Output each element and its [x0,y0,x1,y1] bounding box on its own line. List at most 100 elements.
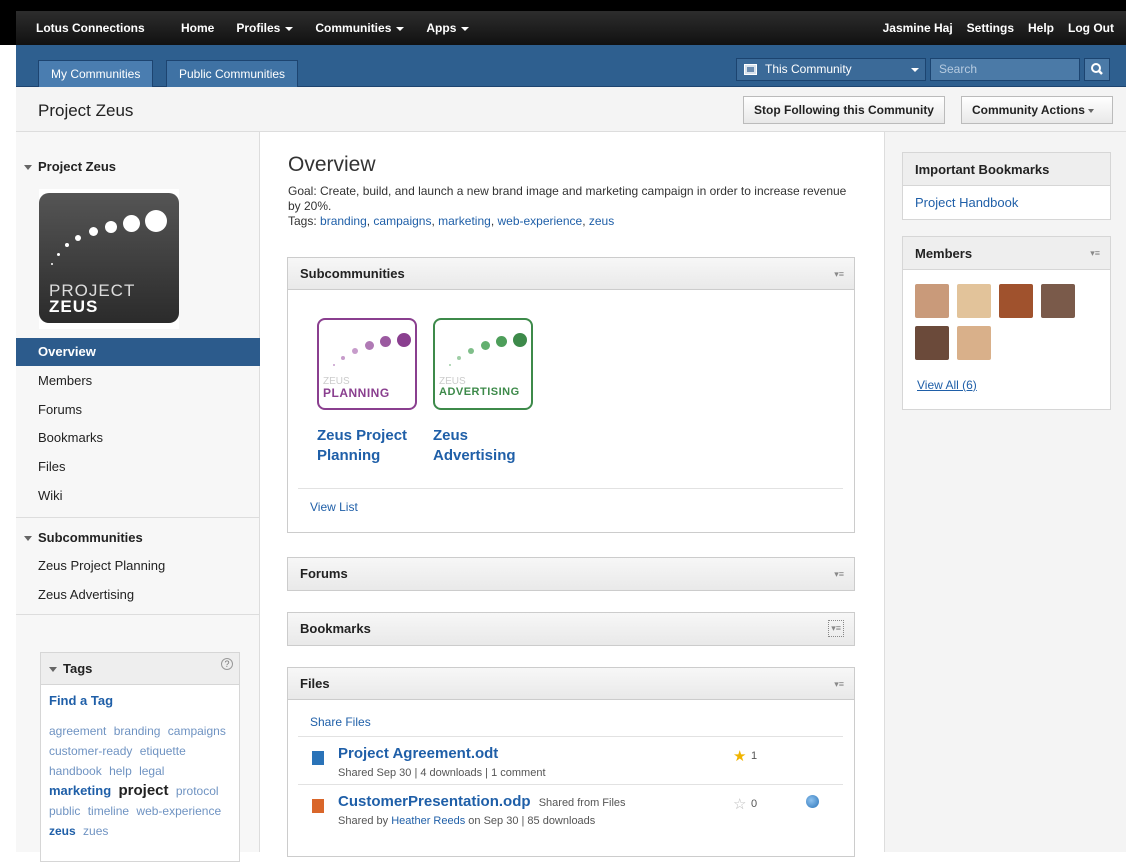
widget-menu-icon[interactable]: ▾≡ [834,679,844,690]
tag-link[interactable]: branding [320,214,367,228]
tag-link[interactable]: project [118,782,168,799]
nav-apps[interactable]: Apps [426,21,470,35]
subcommunity-logo-advertising[interactable]: ZEUS ADVERTISING [433,318,533,410]
tag-link[interactable]: zues [83,824,108,838]
tag-link[interactable]: campaigns [168,724,226,738]
divider [298,488,843,489]
top-bar: Lotus Connections Home Profiles Communit… [0,0,1126,45]
widget-menu-icon[interactable]: ▾≡ [1090,248,1100,259]
tag-link[interactable]: etiquette [140,744,186,758]
sidebar-item-zeus-planning[interactable]: Zeus Project Planning [16,552,260,580]
subcommunities-heading: Subcommunities [38,530,143,545]
tag-link[interactable]: timeline [88,804,129,818]
widget-header: Subcommunities [288,258,854,290]
tag-link[interactable]: marketing [438,214,491,228]
section-header-subcommunities[interactable]: Subcommunities [24,530,143,545]
tag-link[interactable]: customer-ready [49,744,132,758]
nav-profiles[interactable]: Profiles [236,21,294,35]
chevron-down-icon [396,26,405,31]
section-header-project[interactable]: Project Zeus [24,159,116,174]
find-a-tag-link[interactable]: Find a Tag [49,693,113,708]
avatar[interactable] [957,284,991,318]
page-title: Project Zeus [38,101,134,120]
sidebar-item-files[interactable]: Files [16,453,260,481]
sidebar-item-members[interactable]: Members [16,367,260,395]
file-title: CustomerPresentation.odp Shared from Fil… [338,793,626,810]
subcommunity-link-planning[interactable]: Zeus Project Planning [317,426,407,466]
sidebar-item-bookmarks[interactable]: Bookmarks [16,424,260,452]
search-input[interactable]: Search [930,58,1080,81]
search-button[interactable] [1084,58,1110,81]
search-scope-select[interactable]: This Community [736,58,926,81]
community-title-bar: Project Zeus Stop Following this Communi… [16,87,1126,132]
tab-public-communities[interactable]: Public Communities [166,60,299,87]
tag-link[interactable]: agreement [49,724,106,738]
stop-following-button[interactable]: Stop Following this Community [743,96,945,124]
help-link[interactable]: Help [1028,21,1054,35]
widget-header[interactable]: Forums [288,558,854,590]
nav-home[interactable]: Home [181,21,214,35]
tag-link[interactable]: marketing [49,783,111,798]
tag-link[interactable]: zeus [49,824,76,838]
main-nav: Home Profiles Communities Apps [181,21,470,35]
file-name-link[interactable]: CustomerPresentation.odp [338,793,531,810]
tag-link[interactable]: web-experience [497,214,582,228]
user-link[interactable]: Heather Reeds [391,815,465,827]
tag-link[interactable]: legal [139,764,164,778]
logout-link[interactable]: Log Out [1068,21,1114,35]
view-all-members-link[interactable]: View All (6) [917,378,977,392]
avatar[interactable] [915,284,949,318]
overview-title: Overview [288,153,376,176]
tag-link[interactable]: web-experience [136,804,221,818]
avatar[interactable] [1041,284,1075,318]
avatar[interactable] [915,326,949,360]
settings-link[interactable]: Settings [967,21,1014,35]
tags-header[interactable]: Tags [41,653,239,685]
widget-menu-icon[interactable]: ▾≡ [834,269,844,280]
tag-link[interactable]: handbook [49,764,102,778]
meta-suffix: on Sep 30 | 85 downloads [468,815,596,827]
divider [16,614,260,615]
community-logo: PROJECT ZEUS [39,189,179,329]
tag-link[interactable]: zeus [589,214,614,228]
view-list-link[interactable]: View List [310,500,358,514]
star-outline-icon[interactable]: ☆ [733,795,746,813]
forums-widget: Forums ▾≡ [287,557,855,591]
subcommunity-link-advertising[interactable]: Zeus Advertising [433,426,516,466]
avatar[interactable] [957,326,991,360]
avatar[interactable] [999,284,1033,318]
widget-header[interactable]: Bookmarks [288,613,854,645]
user-name-link[interactable]: Jasmine Haj [883,21,953,35]
subcommunity-logo-planning[interactable]: ZEUS PLANNING [317,318,417,410]
app-brand[interactable]: Lotus Connections [36,21,145,35]
document-file-icon [312,751,324,765]
logo-text-zeus: ZEUS [49,297,99,316]
bookmark-link[interactable]: Project Handbook [915,195,1018,210]
nav-communities[interactable]: Communities [315,21,405,35]
star-icon[interactable]: ★ [733,747,746,765]
widget-menu-icon[interactable]: ▾≡ [828,620,844,637]
file-name-link[interactable]: Project Agreement.odt [338,745,498,762]
collapse-triangle-icon [49,667,57,673]
tab-my-communities[interactable]: My Communities [38,60,154,87]
subcommunity-name-line1: Zeus [433,427,469,444]
chevron-down-icon [461,26,470,31]
sidebar-item-forums[interactable]: Forums [16,396,260,424]
tag-link[interactable]: help [109,764,132,778]
rating-count: 1 [751,750,758,762]
sidebar-item-wiki[interactable]: Wiki [16,482,260,510]
community-actions-button[interactable]: Community Actions [961,96,1113,124]
tag-link[interactable]: public [49,804,80,818]
tag-link[interactable]: campaigns [373,214,431,228]
sidebar-item-overview[interactable]: Overview [16,338,260,366]
sidebar-item-zeus-advertising[interactable]: Zeus Advertising [16,581,260,609]
tag-link[interactable]: branding [114,724,161,738]
tags-line: Tags: branding, campaigns, marketing, we… [288,214,615,228]
logo-big-text: ADVERTISING [439,386,520,398]
tag-link[interactable]: protocol [176,784,219,798]
share-files-link[interactable]: Share Files [310,715,371,729]
help-icon[interactable]: ? [221,658,233,670]
logo-background: PROJECT ZEUS [39,193,179,323]
widget-menu-icon[interactable]: ▾≡ [834,569,844,580]
files-widget: Files ▾≡ Share Files Project Agreement.o… [287,667,855,857]
